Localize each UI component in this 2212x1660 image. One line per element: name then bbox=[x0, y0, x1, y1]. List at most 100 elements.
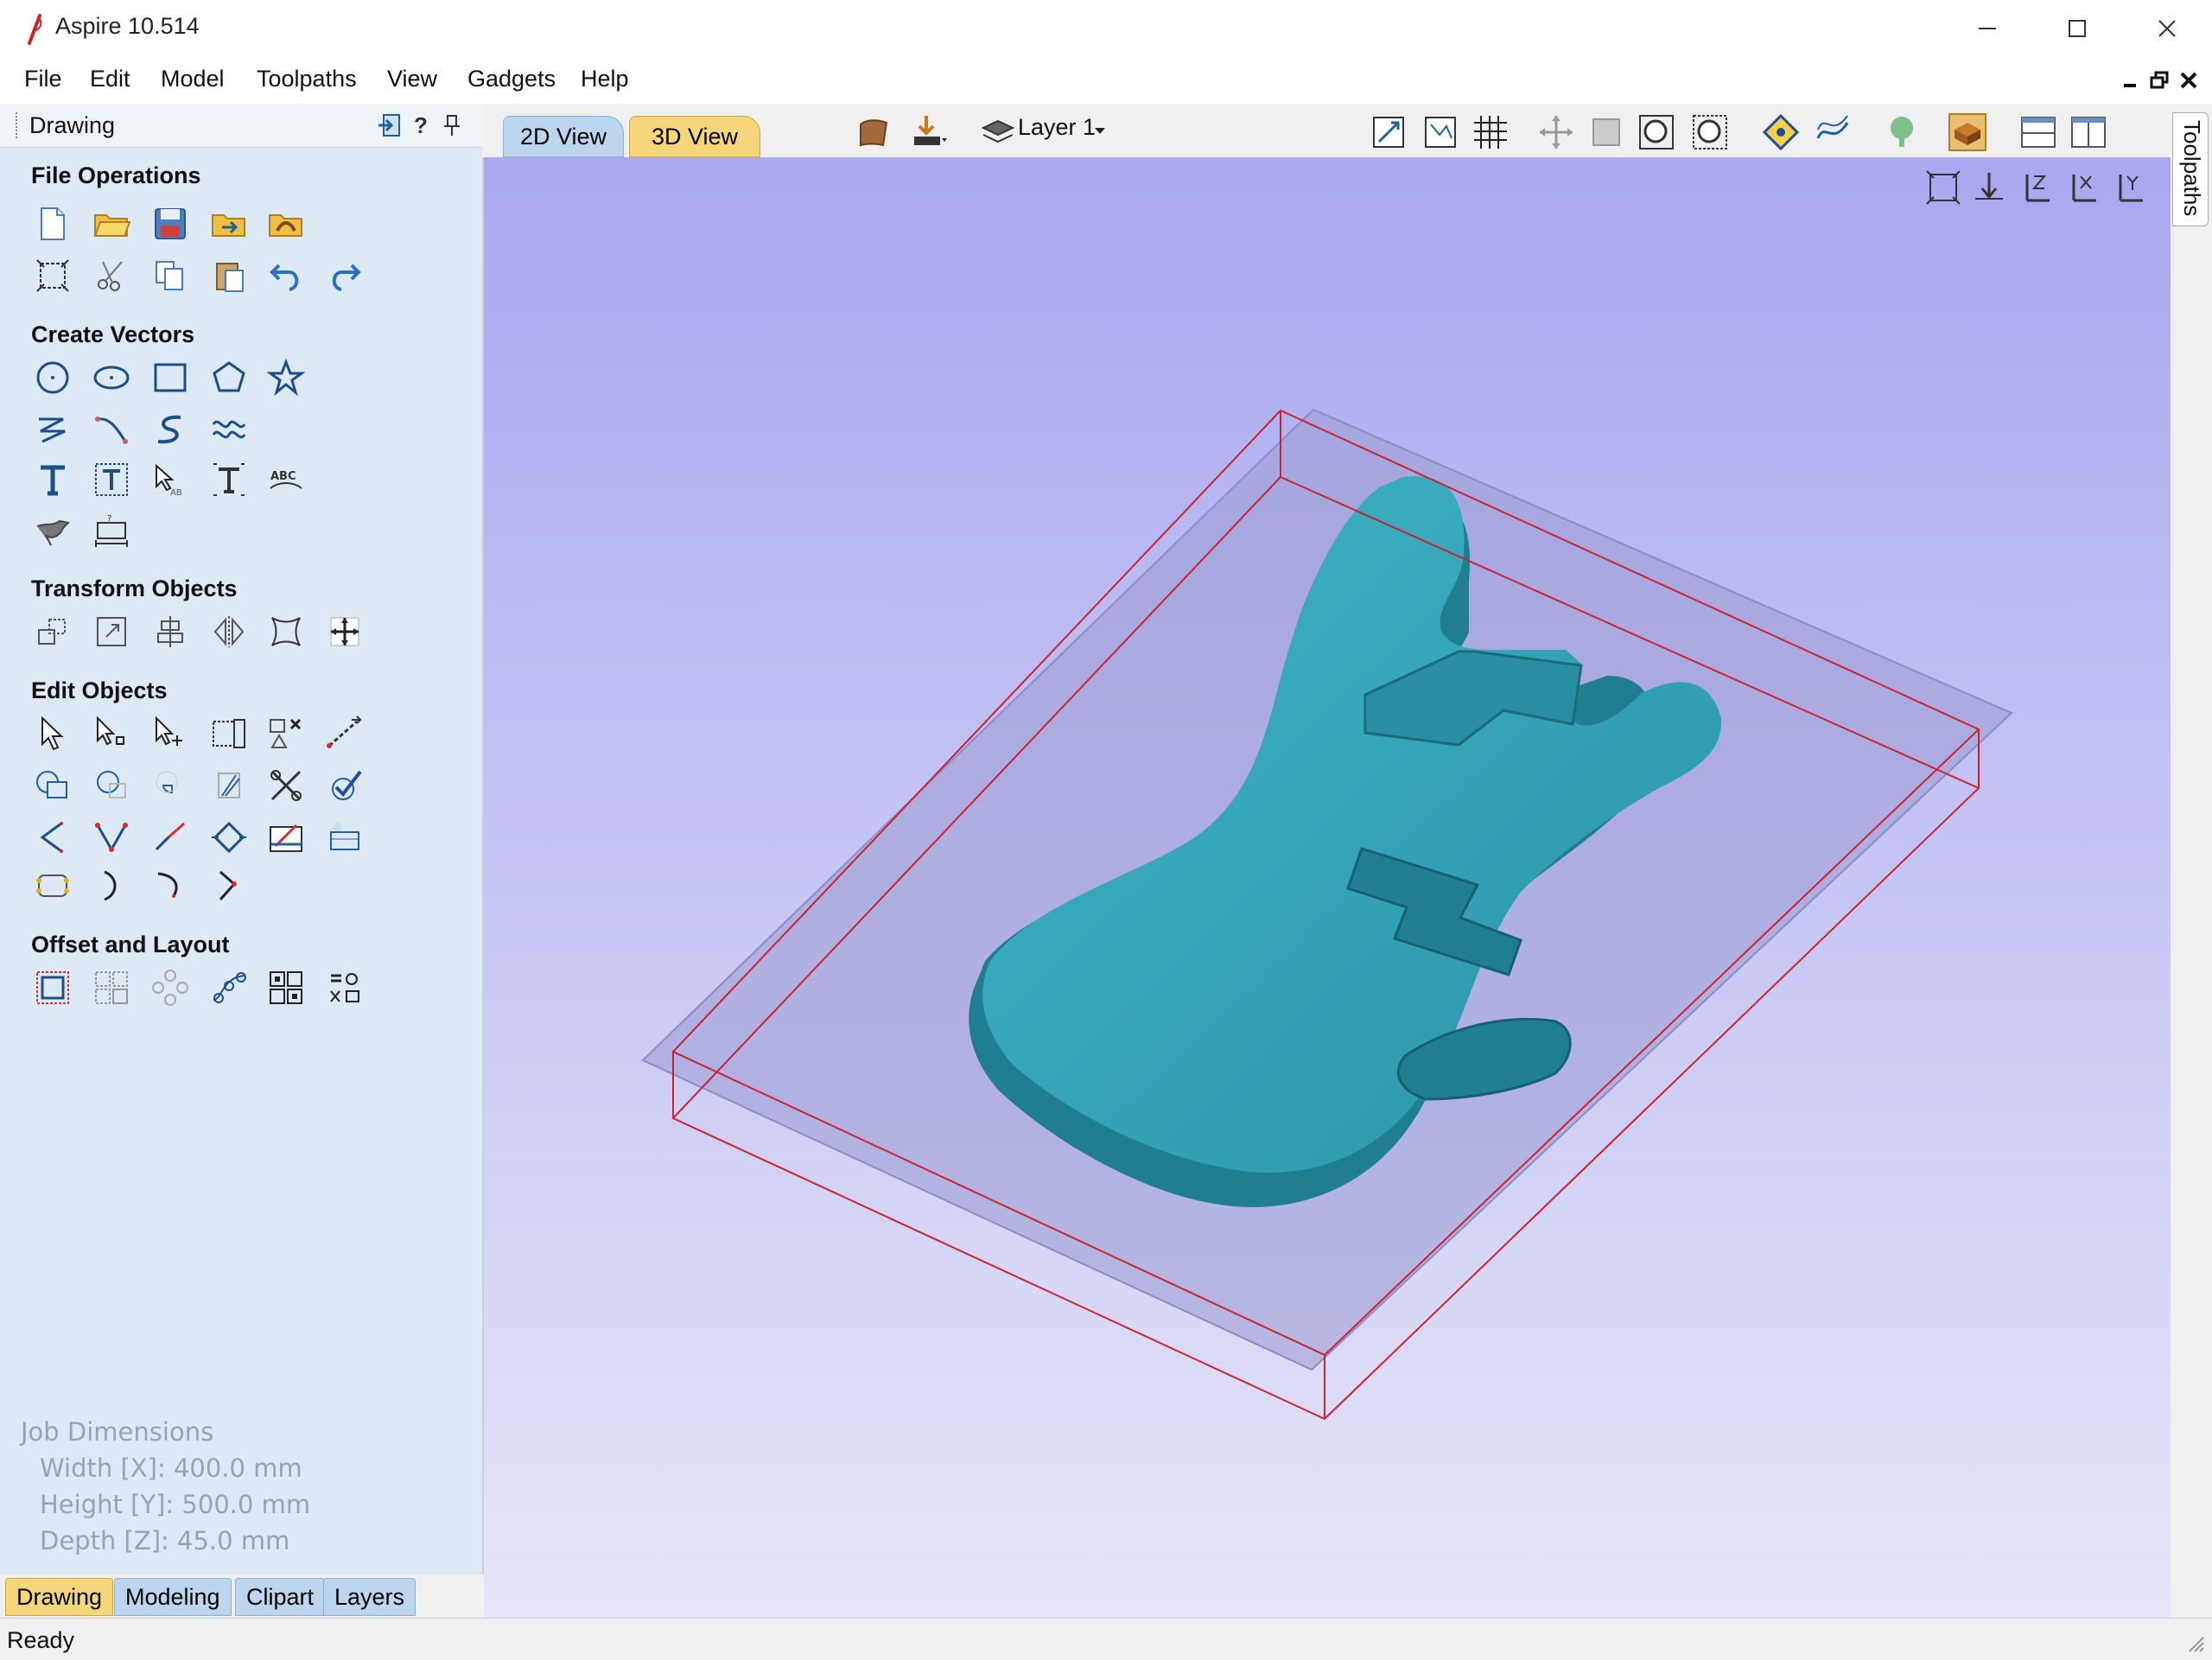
redo-button[interactable] bbox=[323, 254, 366, 297]
scale-button[interactable] bbox=[90, 610, 133, 653]
zoom-in-out-button[interactable] bbox=[1585, 111, 1628, 154]
new-file-button[interactable] bbox=[31, 202, 74, 245]
tab-modeling[interactable]: Modeling bbox=[114, 1578, 232, 1616]
tab-3d-view[interactable]: 3D View bbox=[629, 116, 760, 157]
panel-pin-button[interactable] bbox=[377, 112, 403, 138]
offset-curve-button[interactable] bbox=[207, 816, 251, 859]
draw-text-button[interactable] bbox=[31, 458, 74, 501]
minimize-button[interactable] bbox=[1944, 0, 2031, 57]
text-on-curve-button[interactable] bbox=[207, 458, 251, 501]
distort-button[interactable] bbox=[264, 610, 308, 653]
trace-bitmap-button[interactable] bbox=[31, 508, 74, 551]
dimensions-button[interactable]: ? bbox=[90, 508, 133, 551]
smart-smooth-button[interactable] bbox=[90, 816, 133, 859]
close-button[interactable] bbox=[2124, 0, 2210, 57]
subtract-button[interactable] bbox=[90, 764, 133, 807]
mirror-button[interactable] bbox=[207, 610, 251, 653]
set-position-button[interactable] bbox=[323, 610, 366, 653]
intersect-button[interactable] bbox=[149, 764, 192, 807]
draw-star-button[interactable] bbox=[264, 356, 308, 399]
draw-wave-button[interactable] bbox=[207, 408, 251, 451]
save-file-button[interactable] bbox=[149, 202, 192, 245]
draw-circle-button[interactable] bbox=[31, 356, 74, 399]
draw-polyline-button[interactable] bbox=[31, 408, 74, 451]
move-button[interactable] bbox=[31, 610, 74, 653]
circular-array-button[interactable] bbox=[149, 966, 192, 1009]
view-top-button[interactable] bbox=[1970, 168, 2010, 207]
copy-button[interactable] bbox=[149, 254, 192, 297]
nesting-button[interactable] bbox=[264, 966, 308, 1009]
import-button[interactable] bbox=[207, 202, 251, 245]
open-file-button[interactable] bbox=[90, 202, 133, 245]
zoom-selection-button[interactable] bbox=[1419, 111, 1462, 154]
mdi-restore-button[interactable] bbox=[2146, 67, 2172, 93]
menu-edit[interactable]: Edit bbox=[90, 66, 130, 92]
resize-grip-icon[interactable] bbox=[2184, 1632, 2205, 1653]
split-horizontal-button[interactable] bbox=[2017, 111, 2060, 154]
arc-node-button[interactable] bbox=[207, 864, 251, 907]
snap-to-vector-button[interactable] bbox=[1759, 111, 1802, 154]
menu-help[interactable]: Help bbox=[581, 66, 629, 92]
menu-toolpaths[interactable]: Toolpaths bbox=[257, 66, 357, 92]
menu-gadgets[interactable]: Gadgets bbox=[467, 66, 556, 92]
3d-viewport[interactable] bbox=[484, 157, 2171, 1618]
draw-wireframe-button[interactable] bbox=[1811, 111, 1854, 154]
menu-model[interactable]: Model bbox=[161, 66, 225, 92]
draw-on-surface-button[interactable] bbox=[264, 816, 308, 859]
text-arc-button[interactable]: ABC bbox=[264, 458, 308, 501]
draw-rectangle-button[interactable] bbox=[149, 356, 192, 399]
auto-nest-button[interactable] bbox=[323, 966, 366, 1009]
layer-icon-button[interactable] bbox=[976, 111, 1020, 154]
mdi-close-button[interactable] bbox=[2176, 67, 2202, 93]
auto-layout-text-button[interactable] bbox=[90, 458, 133, 501]
grid-toggle-button[interactable] bbox=[1469, 111, 1512, 154]
arc-right-button[interactable] bbox=[90, 864, 133, 907]
draw-ellipse-button[interactable] bbox=[90, 356, 133, 399]
extend-button[interactable] bbox=[149, 816, 192, 859]
tab-drawing[interactable]: Drawing bbox=[5, 1578, 114, 1616]
arc-join-button[interactable] bbox=[149, 864, 192, 907]
panel-autohide-button[interactable] bbox=[439, 112, 465, 138]
material-setup-button[interactable] bbox=[852, 111, 895, 154]
delete-button[interactable] bbox=[264, 712, 308, 755]
weld-button[interactable] bbox=[31, 764, 74, 807]
trim-button[interactable] bbox=[264, 764, 308, 807]
tab-layers[interactable]: Layers bbox=[323, 1578, 416, 1616]
material-view-button[interactable] bbox=[1946, 111, 1989, 154]
draw-curve-button[interactable] bbox=[90, 408, 133, 451]
fillet-button[interactable] bbox=[207, 764, 251, 807]
close-vector-button[interactable] bbox=[31, 816, 74, 859]
interactive-select-button[interactable] bbox=[149, 712, 192, 755]
panel-help-button[interactable]: ? bbox=[408, 112, 434, 138]
import-component-button[interactable] bbox=[264, 202, 308, 245]
zoom-in-button[interactable] bbox=[1635, 111, 1678, 154]
join-button[interactable] bbox=[323, 764, 366, 807]
shaded-view-button[interactable] bbox=[1880, 111, 1923, 154]
mdi-minimize-button[interactable] bbox=[2117, 67, 2143, 93]
layer-selector[interactable]: Layer 1 bbox=[1018, 114, 1096, 141]
menu-view[interactable]: View bbox=[387, 66, 437, 92]
measure-button[interactable] bbox=[323, 712, 366, 755]
zoom-out-button[interactable] bbox=[1688, 111, 1732, 154]
view-front-button[interactable] bbox=[2063, 168, 2103, 207]
draw-polygon-button[interactable] bbox=[207, 356, 251, 399]
array-copy-button[interactable] bbox=[90, 966, 133, 1009]
split-vertical-button[interactable] bbox=[2067, 111, 2110, 154]
transform-mode-button[interactable] bbox=[207, 712, 251, 755]
select-button[interactable] bbox=[31, 712, 74, 755]
align-button[interactable] bbox=[149, 610, 192, 653]
node-edit-button[interactable] bbox=[90, 712, 133, 755]
zoom-extents-button[interactable] bbox=[1367, 111, 1410, 154]
undo-button[interactable] bbox=[264, 254, 308, 297]
export-dropdown-button[interactable] bbox=[909, 111, 952, 154]
offset-button[interactable] bbox=[31, 966, 74, 1009]
copy-along-vectors-button[interactable] bbox=[207, 966, 251, 1009]
tab-clipart[interactable]: Clipart bbox=[235, 1578, 326, 1616]
menu-file[interactable]: File bbox=[24, 66, 62, 92]
view-side-button[interactable] bbox=[2110, 168, 2150, 207]
paste-button[interactable] bbox=[207, 254, 251, 297]
job-setup-button[interactable] bbox=[31, 254, 74, 297]
view-bottom-button[interactable] bbox=[2017, 168, 2056, 207]
fit-vectors-button[interactable] bbox=[323, 816, 366, 859]
pan-button[interactable] bbox=[1535, 111, 1578, 154]
